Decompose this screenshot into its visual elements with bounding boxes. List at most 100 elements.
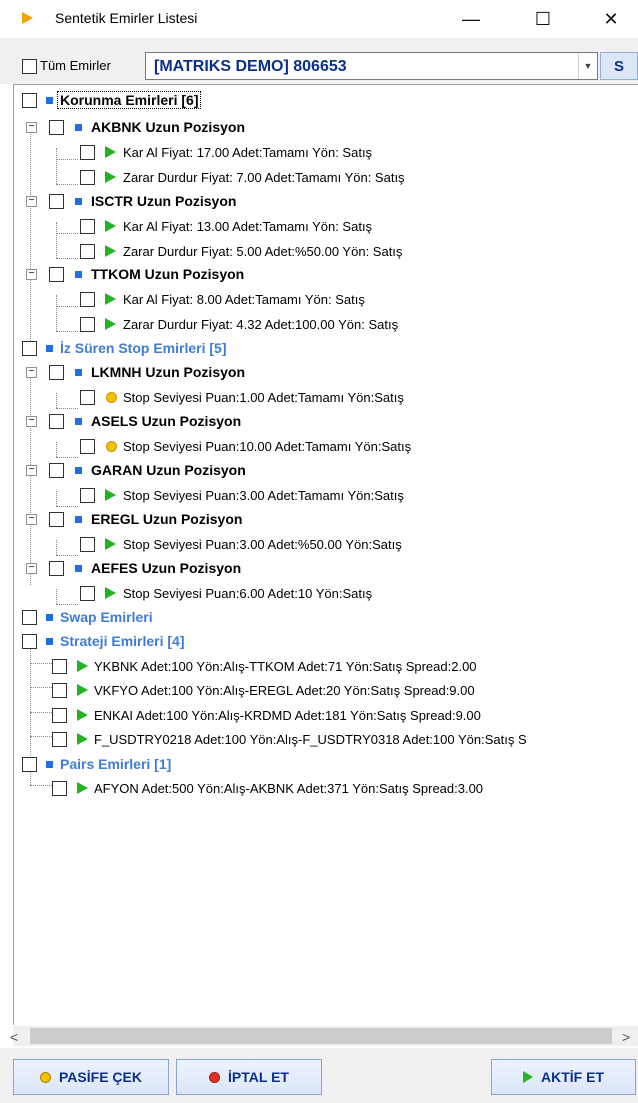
s-button[interactable]: S [600, 52, 638, 80]
position-garan[interactable]: − GARAN Uzun Pozisyon [14, 459, 614, 483]
row-checkbox[interactable] [80, 219, 95, 234]
row-checkbox[interactable] [22, 93, 37, 108]
row-checkbox[interactable] [80, 537, 95, 552]
order-label: Zarar Durdur Fiyat: 7.00 Adet:Tamamı Yön… [123, 170, 405, 185]
row-checkbox[interactable] [49, 267, 64, 282]
row-checkbox[interactable] [22, 341, 37, 356]
row-checkbox[interactable] [52, 683, 67, 698]
order-row[interactable]: Kar Al Fiyat: 8.00 Adet:Tamamı Yön: Satı… [14, 288, 614, 312]
all-orders-checkbox[interactable] [22, 59, 37, 74]
row-checkbox[interactable] [49, 512, 64, 527]
activate-button[interactable]: AKTİF ET [491, 1059, 636, 1095]
collapse-icon[interactable]: − [26, 122, 37, 133]
maximize-button[interactable]: ☐ [520, 2, 566, 36]
group-strategy[interactable]: Strateji Emirleri [4] [14, 630, 614, 654]
scroll-right-icon[interactable]: > [622, 1029, 630, 1045]
collapse-icon[interactable]: − [26, 416, 37, 427]
order-label: Zarar Durdur Fiyat: 5.00 Adet:%50.00 Yön… [123, 244, 403, 259]
row-checkbox[interactable] [80, 317, 95, 332]
cancel-button[interactable]: İPTAL ET [176, 1059, 322, 1095]
play-icon [105, 245, 116, 257]
group-korunma[interactable]: Korunma Emirleri [6] [14, 89, 614, 113]
row-checkbox[interactable] [80, 390, 95, 405]
account-select[interactable]: [MATRIKS DEMO] 806653 ▼ [145, 52, 598, 80]
play-icon [105, 293, 116, 305]
order-label: Zarar Durdur Fiyat: 4.32 Adet:100.00 Yön… [123, 317, 399, 332]
position-isctr[interactable]: − ISCTR Uzun Pozisyon [14, 190, 614, 214]
row-checkbox[interactable] [80, 145, 95, 160]
row-checkbox[interactable] [49, 463, 64, 478]
row-checkbox[interactable] [52, 732, 67, 747]
order-row[interactable]: Zarar Durdur Fiyat: 5.00 Adet:%50.00 Yön… [14, 240, 614, 264]
collapse-icon[interactable]: − [26, 563, 37, 574]
position-lkmnh[interactable]: − LKMNH Uzun Pozisyon [14, 361, 614, 385]
play-icon [105, 587, 116, 599]
row-checkbox[interactable] [80, 170, 95, 185]
play-icon [105, 538, 116, 550]
position-akbnk[interactable]: − AKBNK Uzun Pozisyon [14, 116, 614, 140]
close-button[interactable]: ✕ [588, 2, 634, 36]
passive-button[interactable]: PASİFE ÇEK [13, 1059, 169, 1095]
row-checkbox[interactable] [22, 757, 37, 772]
row-checkbox[interactable] [80, 586, 95, 601]
collapse-icon[interactable]: − [26, 514, 37, 525]
order-row[interactable]: F_USDTRY0218 Adet:100 Yön:Alış-F_USDTRY0… [14, 728, 638, 752]
order-row[interactable]: Stop Seviyesi Puan:6.00 Adet:10 Yön:Satı… [14, 582, 614, 606]
row-checkbox[interactable] [52, 659, 67, 674]
row-checkbox[interactable] [22, 610, 37, 625]
order-row[interactable]: Stop Seviyesi Puan:3.00 Adet:Tamamı Yön:… [14, 484, 614, 508]
scrollbar-thumb[interactable] [30, 1028, 612, 1044]
row-checkbox[interactable] [49, 365, 64, 380]
order-row[interactable]: Zarar Durdur Fiyat: 4.32 Adet:100.00 Yön… [14, 313, 614, 337]
app-icon [22, 12, 33, 24]
row-checkbox[interactable] [49, 194, 64, 209]
position-label: AEFES Uzun Pozisyon [91, 560, 242, 576]
account-value: [MATRIKS DEMO] 806653 [154, 58, 347, 75]
folder-icon [75, 516, 82, 523]
dropdown-arrow-icon[interactable]: ▼ [578, 53, 597, 79]
order-row[interactable]: Stop Seviyesi Puan:1.00 Adet:Tamamı Yön:… [14, 386, 614, 410]
folder-icon [75, 124, 82, 131]
order-row[interactable]: Kar Al Fiyat: 17.00 Adet:Tamamı Yön: Sat… [14, 141, 614, 165]
order-row[interactable]: Zarar Durdur Fiyat: 7.00 Adet:Tamamı Yön… [14, 166, 614, 190]
folder-icon [46, 638, 53, 645]
order-label: ENKAI Adet:100 Yön:Alış-KRDMD Adet:181 Y… [94, 708, 481, 723]
order-row[interactable]: Stop Seviyesi Puan:3.00 Adet:%50.00 Yön:… [14, 533, 614, 557]
order-row[interactable]: VKFYO Adet:100 Yön:Alış-EREGL Adet:20 Yö… [14, 679, 638, 703]
order-row[interactable]: ENKAI Adet:100 Yön:Alış-KRDMD Adet:181 Y… [14, 704, 638, 728]
row-checkbox[interactable] [49, 561, 64, 576]
row-checkbox[interactable] [80, 292, 95, 307]
order-row[interactable]: YKBNK Adet:100 Yön:Alış-TTKOM Adet:71 Yö… [14, 655, 638, 679]
position-asels[interactable]: − ASELS Uzun Pozisyon [14, 410, 614, 434]
order-label: Kar Al Fiyat: 17.00 Adet:Tamamı Yön: Sat… [123, 145, 373, 160]
row-checkbox[interactable] [22, 634, 37, 649]
position-eregl[interactable]: − EREGL Uzun Pozisyon [14, 508, 614, 532]
order-row[interactable]: Kar Al Fiyat: 13.00 Adet:Tamamı Yön: Sat… [14, 215, 614, 239]
collapse-icon[interactable]: − [26, 196, 37, 207]
row-checkbox[interactable] [49, 414, 64, 429]
activate-button-label: AKTİF ET [541, 1069, 604, 1085]
order-row[interactable]: Stop Seviyesi Puan:10.00 Adet:Tamamı Yön… [14, 435, 614, 459]
row-checkbox[interactable] [49, 120, 64, 135]
row-checkbox[interactable] [80, 439, 95, 454]
row-checkbox[interactable] [80, 488, 95, 503]
order-row[interactable]: AFYON Adet:500 Yön:Alış-AKBNK Adet:371 Y… [14, 777, 638, 801]
position-label: ASELS Uzun Pozisyon [91, 413, 242, 429]
position-aefes[interactable]: − AEFES Uzun Pozisyon [14, 557, 614, 581]
position-ttkom[interactable]: − TTKOM Uzun Pozisyon [14, 263, 614, 287]
row-checkbox[interactable] [80, 244, 95, 259]
collapse-icon[interactable]: − [26, 269, 37, 280]
minimize-button[interactable]: — [448, 2, 494, 36]
folder-icon [75, 418, 82, 425]
group-pairs[interactable]: Pairs Emirleri [1] [14, 753, 614, 777]
order-label: Stop Seviyesi Puan:10.00 Adet:Tamamı Yön… [123, 439, 412, 454]
group-trailing-stop[interactable]: İz Süren Stop Emirleri [5] [14, 337, 614, 361]
row-checkbox[interactable] [52, 708, 67, 723]
collapse-icon[interactable]: − [26, 367, 37, 378]
scroll-left-icon[interactable]: < [10, 1029, 18, 1045]
collapse-icon[interactable]: − [26, 465, 37, 476]
position-label: LKMNH Uzun Pozisyon [91, 364, 245, 380]
row-checkbox[interactable] [52, 781, 67, 796]
group-label: Korunma Emirleri [6] [56, 91, 202, 109]
group-swap[interactable]: Swap Emirleri [14, 606, 614, 630]
